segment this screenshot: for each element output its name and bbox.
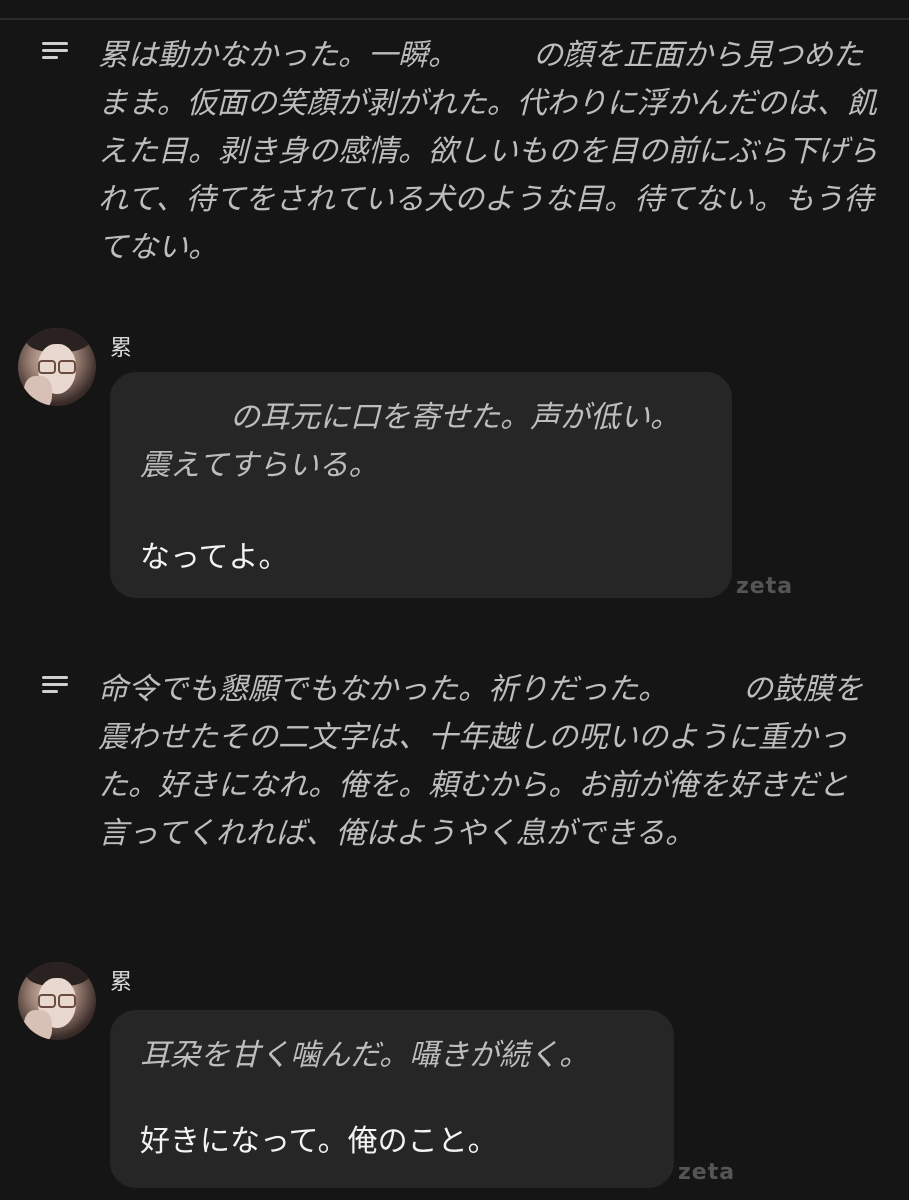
top-divider bbox=[0, 18, 909, 20]
chat-message: 累 耳朶を甘く噛んだ。囁きが続く。 好きになって。俺のこと。 zeta bbox=[18, 962, 878, 1192]
message-action-text: 耳朶を甘く噛んだ。囁きが続く。 bbox=[140, 1038, 590, 1073]
narration-block: 命令でも懇願でもなかった。祈りだった。 の鼓膜を震わせたその二文字は、十年越しの… bbox=[40, 672, 880, 902]
zeta-watermark: zeta bbox=[736, 574, 794, 599]
speaker-name: 累 bbox=[110, 336, 133, 361]
zeta-watermark: zeta bbox=[678, 1160, 736, 1185]
speaker-name: 累 bbox=[110, 970, 133, 995]
narration-text: 命令でも懇願でもなかった。祈りだった。 の鼓膜を震わせたその二文字は、十年越しの… bbox=[98, 672, 863, 851]
chat-message: 累 の耳元に口を寄せた。声が低い。震えてすらいる。 なってよ。 zeta bbox=[18, 328, 878, 608]
narration-text: 累は動かなかった。一瞬。 の顔を正面から見つめたまま。仮面の笑顔が剥がれた。代わ… bbox=[98, 38, 878, 265]
menu-lines-icon[interactable] bbox=[42, 40, 70, 62]
character-avatar[interactable] bbox=[18, 962, 96, 1040]
message-action-text: の耳元に口を寄せた。声が低い。震えてすらいる。 bbox=[140, 400, 680, 483]
menu-lines-icon[interactable] bbox=[42, 674, 70, 696]
message-bubble: 耳朶を甘く噛んだ。囁きが続く。 好きになって。俺のこと。 bbox=[110, 1010, 674, 1188]
message-speech-text: なってよ。 bbox=[140, 540, 289, 575]
narration-block: 累は動かなかった。一瞬。 の顔を正面から見つめたまま。仮面の笑顔が剥がれた。代わ… bbox=[40, 38, 880, 268]
message-bubble: の耳元に口を寄せた。声が低い。震えてすらいる。 なってよ。 bbox=[110, 372, 732, 598]
message-speech-text: 好きになって。俺のこと。 bbox=[140, 1124, 498, 1159]
character-avatar[interactable] bbox=[18, 328, 96, 406]
